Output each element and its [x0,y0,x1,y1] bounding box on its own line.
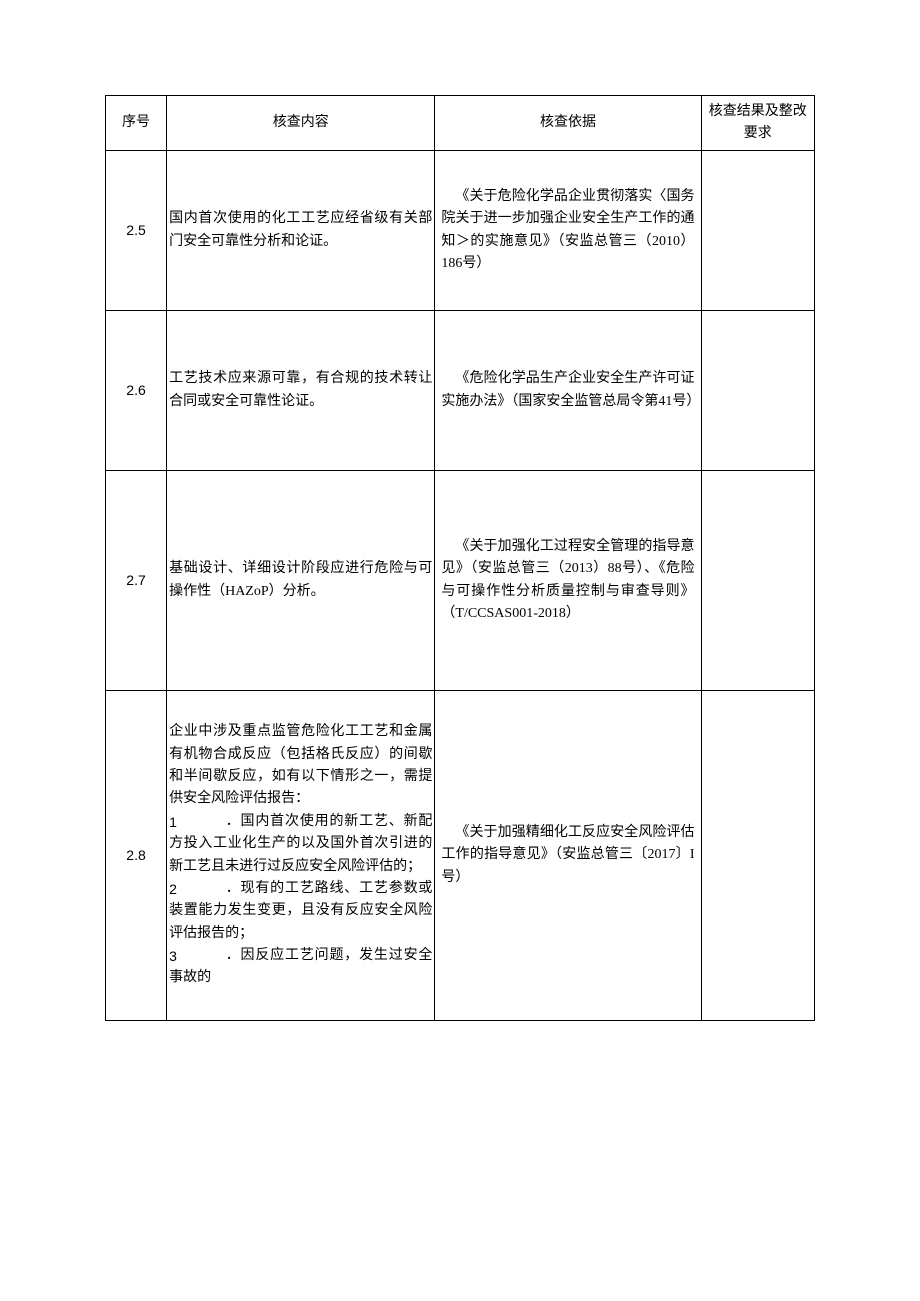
cell-num: 2.7 [106,471,167,691]
col-header-result: 核查结果及整改要求 [701,96,814,151]
list-text: ．现有的工艺路线、工艺参数或装置能力发生变更，且没有反应安全风险评估报告的； [169,881,432,941]
cell-basis: 《关于加强化工过程安全管理的指导意见》（安监总管三（2013）88号）、《危险与… [435,471,701,691]
cell-num: 2.5 [106,151,167,311]
list-text: ．因反应工艺问题，发生过安全事故的 [169,948,432,985]
table-row: 2.5 国内首次使用的化工工艺应经省级有关部门安全可靠性分析和论证。 《关于危险… [106,151,815,311]
content-item-2: 2．现有的工艺路线、工艺参数或装置能力发生变更，且没有反应安全风险评估报告的； [169,878,432,945]
cell-num: 2.8 [106,691,167,1021]
cell-result [701,471,814,691]
cell-basis: 《关于危险化学品企业贯彻落实〈国务院关于进一步加强企业安全生产工作的通知＞的实施… [435,151,701,311]
cell-num: 2.6 [106,311,167,471]
table-row: 2.7 基础设计、详细设计阶段应进行危险与可操作性（HAZoP）分析。 《关于加… [106,471,815,691]
cell-result [701,691,814,1021]
content-item-3: 3．因反应工艺问题，发生过安全事故的 [169,945,432,990]
content-intro: 企业中涉及重点监管危险化工工艺和金属有机物合成反应（包括格氏反应）的间歇和半间歇… [169,724,432,806]
col-header-content: 核查内容 [167,96,435,151]
cell-result [701,311,814,471]
cell-content: 工艺技术应来源可靠，有合规的技术转让合同或安全可靠性论证。 [167,311,435,471]
list-number: 2 [169,878,177,900]
table-row: 2.8 企业中涉及重点监管危险化工工艺和金属有机物合成反应（包括格氏反应）的间歇… [106,691,815,1021]
basis-text: 《关于加强精细化工反应安全风险评估工作的指导意见》（安监总管三〔2017〕I号） [441,822,694,889]
col-header-num: 序号 [106,96,167,151]
table-row: 2.6 工艺技术应来源可靠，有合规的技术转让合同或安全可靠性论证。 《危险化学品… [106,311,815,471]
checklist-table: 序号 核查内容 核查依据 核查结果及整改要求 2.5 国内首次使用的化工工艺应经… [105,95,815,1021]
content-item-1: 1．国内首次使用的新工艺、新配方投入工业化生产的以及国外首次引进的新工艺且未进行… [169,811,432,878]
table-header-row: 序号 核查内容 核查依据 核查结果及整改要求 [106,96,815,151]
cell-result [701,151,814,311]
cell-content: 国内首次使用的化工工艺应经省级有关部门安全可靠性分析和论证。 [167,151,435,311]
list-number: 1 [169,811,177,833]
basis-text: 《关于危险化学品企业贯彻落实〈国务院关于进一步加强企业安全生产工作的通知＞的实施… [441,186,694,276]
list-text: ．国内首次使用的新工艺、新配方投入工业化生产的以及国外首次引进的新工艺且未进行过… [169,814,432,874]
col-header-basis: 核查依据 [435,96,701,151]
cell-content: 基础设计、详细设计阶段应进行危险与可操作性（HAZoP）分析。 [167,471,435,691]
cell-content: 企业中涉及重点监管危险化工工艺和金属有机物合成反应（包括格氏反应）的间歇和半间歇… [167,691,435,1021]
basis-text: 《危险化学品生产企业安全生产许可证实施办法》（国家安全监管总局令第41号） [441,368,694,413]
list-number: 3 [169,945,177,967]
basis-text: 《关于加强化工过程安全管理的指导意见》（安监总管三（2013）88号）、《危险与… [441,536,694,626]
cell-basis: 《关于加强精细化工反应安全风险评估工作的指导意见》（安监总管三〔2017〕I号） [435,691,701,1021]
cell-basis: 《危险化学品生产企业安全生产许可证实施办法》（国家安全监管总局令第41号） [435,311,701,471]
